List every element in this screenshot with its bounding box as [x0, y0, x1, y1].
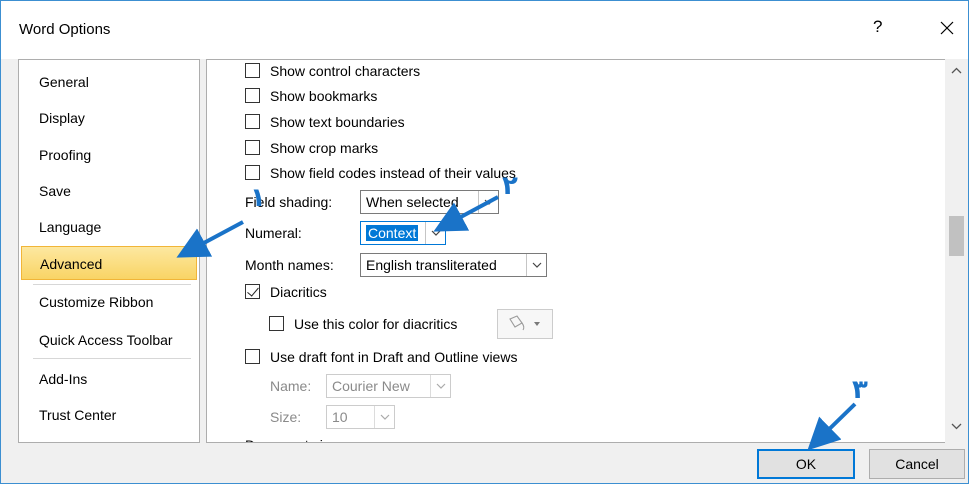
cancel-button[interactable]: Cancel — [869, 449, 965, 479]
show-crop-marks-option[interactable]: Show crop marks — [245, 137, 378, 159]
numeral-dropdown[interactable]: Context — [360, 221, 446, 245]
font-name-value: Courier New — [332, 378, 410, 394]
month-names-label: Month names: — [245, 257, 334, 273]
checkbox-checked[interactable] — [245, 284, 260, 299]
show-control-characters-option[interactable]: Show control characters — [245, 60, 420, 82]
checkbox[interactable] — [245, 140, 260, 155]
checkbox-label: Show text boundaries — [270, 114, 405, 130]
close-icon — [940, 21, 954, 35]
show-bookmarks-option[interactable]: Show bookmarks — [245, 85, 377, 107]
field-shading-label: Field shading: — [245, 194, 333, 210]
advanced-options-panel: Show control characters Show bookmarks S… — [206, 59, 947, 443]
sidebar-item-language[interactable]: Language — [21, 210, 197, 244]
ok-button[interactable]: OK — [757, 449, 855, 479]
sidebar-divider — [33, 358, 191, 359]
diacritics-color-option[interactable]: Use this color for diacritics — [269, 313, 457, 335]
checkbox[interactable] — [245, 165, 260, 180]
checkbox[interactable] — [245, 114, 260, 129]
paint-bucket-icon — [509, 315, 540, 331]
checkbox-label: Use draft font in Draft and Outline view… — [270, 349, 518, 365]
font-size-label: Size: — [270, 409, 302, 425]
vertical-scrollbar[interactable] — [945, 59, 968, 443]
scroll-up-icon[interactable] — [951, 67, 962, 74]
checkbox-label: Diacritics — [270, 284, 327, 300]
sidebar-item-display[interactable]: Display — [21, 101, 197, 135]
sidebar-item-general[interactable]: General — [21, 65, 197, 99]
month-names-value: English transliterated — [366, 257, 497, 273]
numeral-label: Numeral: — [245, 225, 302, 241]
font-name-label: Name: — [270, 378, 312, 394]
diacritics-color-button[interactable] — [497, 309, 553, 339]
font-size-dropdown[interactable]: 10 — [326, 405, 395, 429]
sidebar-item-proofing[interactable]: Proofing — [21, 138, 197, 172]
scrollbar-thumb[interactable] — [949, 216, 964, 256]
chevron-down-icon[interactable] — [430, 375, 450, 397]
section-heading-cutoff: Document view — [245, 434, 341, 442]
font-name-dropdown[interactable]: Courier New — [326, 374, 451, 398]
draft-font-option[interactable]: Use draft font in Draft and Outline view… — [245, 346, 517, 368]
field-shading-dropdown[interactable]: When selected — [360, 190, 499, 214]
sidebar-item-trust-center[interactable]: Trust Center — [21, 398, 197, 432]
show-text-boundaries-option[interactable]: Show text boundaries — [245, 111, 405, 133]
checkbox-label: Use this color for diacritics — [294, 316, 458, 332]
close-button[interactable] — [932, 13, 962, 43]
numeral-value: Context — [366, 225, 419, 241]
chevron-down-icon[interactable] — [478, 191, 498, 213]
chevron-down-icon[interactable] — [374, 406, 394, 428]
chevron-down-icon[interactable] — [425, 222, 445, 244]
options-sidebar: General Display Proofing Save Language A… — [18, 59, 200, 443]
checkbox[interactable] — [269, 316, 284, 331]
checkbox-label: Show bookmarks — [270, 88, 378, 104]
font-size-value: 10 — [332, 409, 348, 425]
sidebar-item-advanced[interactable]: Advanced — [21, 246, 197, 280]
checkbox-label: Show control characters — [270, 63, 421, 79]
month-names-dropdown[interactable]: English transliterated — [360, 253, 547, 277]
dialog-title: Word Options — [19, 21, 111, 38]
checkbox[interactable] — [245, 88, 260, 103]
chevron-down-icon[interactable] — [526, 254, 546, 276]
field-shading-value: When selected — [366, 194, 459, 210]
help-button[interactable]: ? — [873, 17, 882, 37]
checkbox[interactable] — [245, 63, 260, 78]
word-options-dialog: Word Options ? General Display Proofing … — [0, 0, 969, 484]
show-field-codes-option[interactable]: Show field codes instead of their values — [245, 162, 516, 184]
title-bar: Word Options ? — [1, 1, 968, 59]
checkbox-label: Show crop marks — [270, 140, 379, 156]
sidebar-item-quick-access-toolbar[interactable]: Quick Access Toolbar — [21, 323, 197, 357]
diacritics-option[interactable]: Diacritics — [245, 281, 327, 303]
scroll-down-icon[interactable] — [951, 423, 962, 430]
checkbox[interactable] — [245, 349, 260, 364]
sidebar-item-save[interactable]: Save — [21, 174, 197, 208]
sidebar-item-add-ins[interactable]: Add-Ins — [21, 362, 197, 396]
checkbox-label: Show field codes instead of their values — [270, 165, 516, 181]
sidebar-item-customize-ribbon[interactable]: Customize Ribbon — [21, 285, 197, 319]
